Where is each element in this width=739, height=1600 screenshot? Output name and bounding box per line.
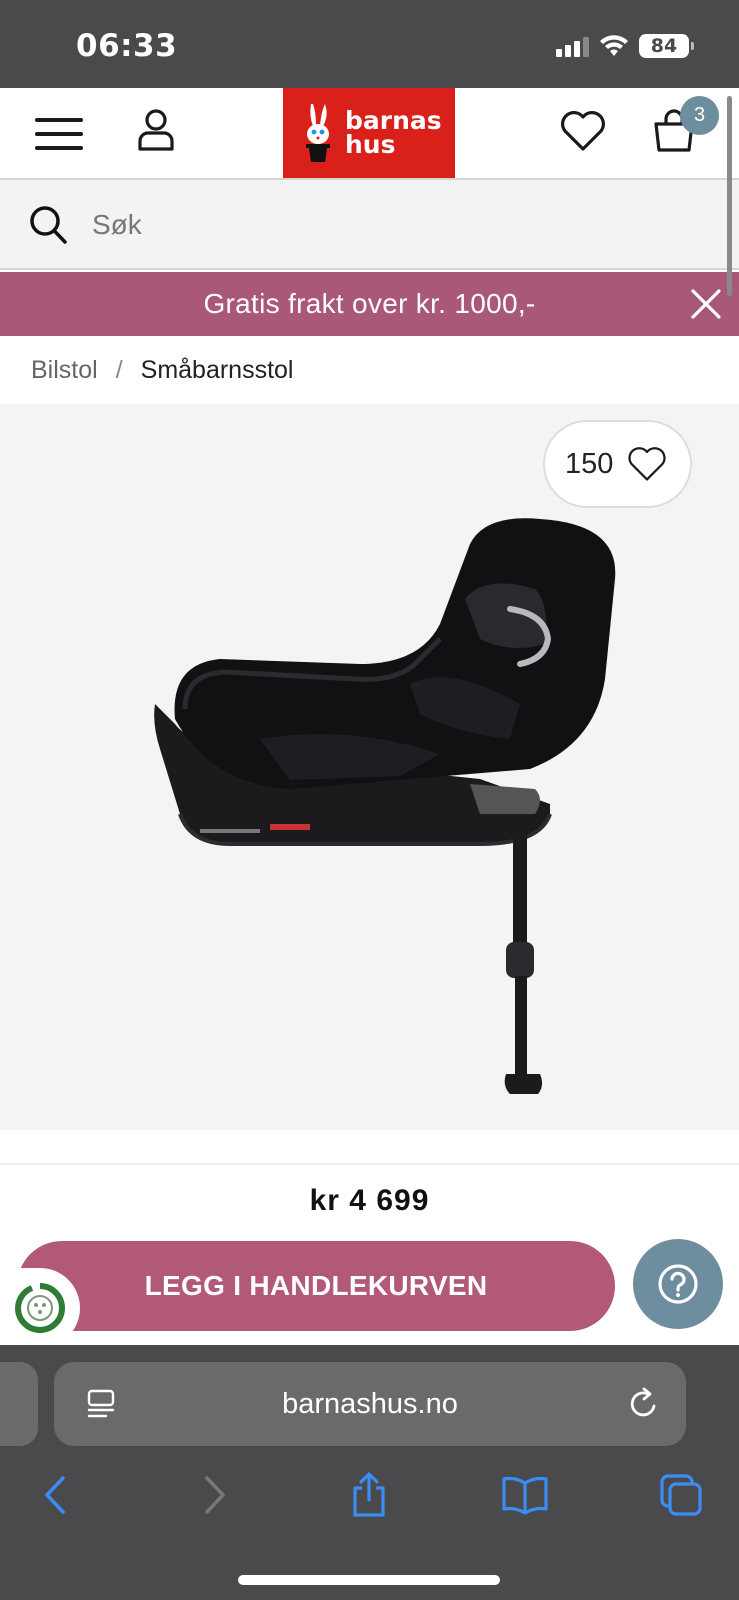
reader-icon[interactable]: [86, 1388, 116, 1420]
bunny-logo-icon: [306, 104, 330, 162]
site-header: barnas hus 3: [0, 88, 739, 178]
logo-line-2: hus: [345, 130, 396, 159]
heart-outline-icon: [628, 447, 666, 481]
url-text: barnashus.no: [282, 1387, 458, 1420]
search-input[interactable]: [92, 198, 692, 252]
help-button[interactable]: [633, 1239, 723, 1329]
tabs-icon[interactable]: [656, 1470, 706, 1520]
divider: [0, 1163, 739, 1165]
user-icon[interactable]: [137, 108, 175, 152]
logo-text: barnas hus: [345, 108, 442, 159]
address-bar[interactable]: barnashus.no: [54, 1362, 686, 1446]
recycle-icon: [15, 1283, 65, 1333]
forward-icon[interactable]: [190, 1470, 240, 1520]
close-icon[interactable]: [690, 288, 722, 320]
back-icon[interactable]: [30, 1470, 80, 1520]
browser-nav: [0, 1470, 739, 1530]
bookmarks-icon[interactable]: [500, 1470, 550, 1520]
question-icon: [658, 1264, 698, 1304]
menu-icon[interactable]: [35, 116, 83, 152]
product-image-area: 150: [0, 404, 739, 1130]
battery-icon: 84: [639, 34, 694, 58]
logo[interactable]: barnas hus: [283, 88, 455, 178]
car-seat-image: [154, 518, 616, 1094]
search-icon: [30, 206, 67, 244]
home-indicator[interactable]: [238, 1575, 500, 1585]
scrollbar[interactable]: [727, 96, 732, 296]
heart-icon[interactable]: [560, 110, 606, 152]
web-page: barnas hus 3 Gratis frakt over kr. 1000,…: [0, 88, 739, 1345]
breadcrumb-separator: /: [115, 355, 123, 384]
status-bar: 06:33 84: [0, 0, 739, 88]
add-to-cart-button[interactable]: LEGG I HANDLEKURVEN: [17, 1241, 615, 1331]
signal-icon: [556, 35, 589, 57]
breadcrumb-item-bilstol[interactable]: Bilstol: [31, 356, 98, 385]
status-icons: 84: [556, 34, 694, 58]
favorite-button[interactable]: 150: [543, 420, 692, 508]
breadcrumb-item-current[interactable]: Småbarnsstol: [141, 356, 294, 385]
search-bar: [0, 178, 739, 270]
breadcrumb: Bilstol / Småbarnsstol: [0, 336, 739, 404]
status-time: 06:33: [76, 28, 178, 64]
battery-level: 84: [650, 35, 678, 57]
favorite-count: 150: [565, 447, 614, 480]
wifi-icon: [600, 35, 628, 56]
previous-tab[interactable]: [0, 1362, 38, 1446]
reload-icon[interactable]: [628, 1386, 660, 1420]
share-icon[interactable]: [344, 1470, 394, 1520]
promo-banner: Gratis frakt over kr. 1000,-: [0, 272, 739, 336]
eco-badge[interactable]: [0, 1268, 80, 1345]
browser-toolbar: barnashus.no: [0, 1345, 739, 1600]
cart-count-badge: 3: [680, 96, 719, 135]
product-price: kr 4 699: [309, 1184, 430, 1217]
promo-text: Gratis frakt over kr. 1000,-: [203, 288, 536, 319]
